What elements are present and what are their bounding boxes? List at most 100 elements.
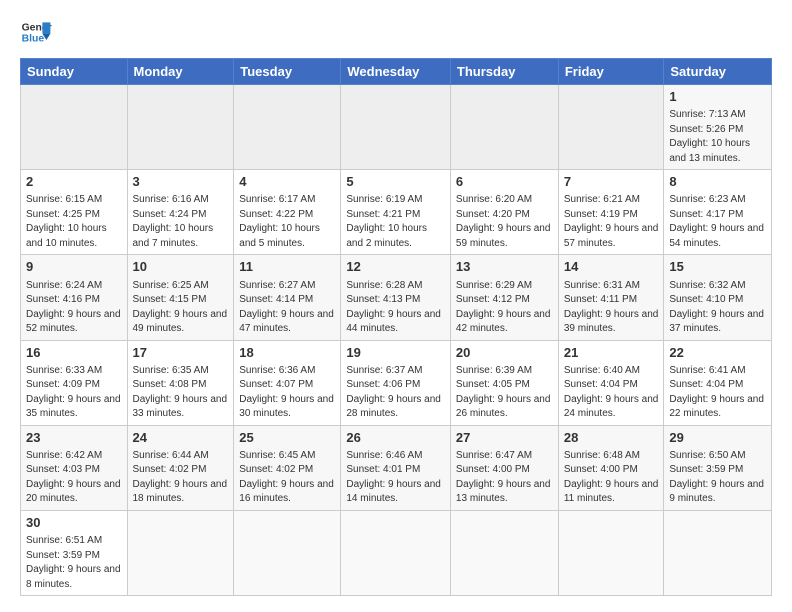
day-number: 19	[346, 344, 445, 362]
day-info: Sunrise: 6:16 AM Sunset: 4:24 PM Dayligh…	[133, 193, 229, 251]
weekday-header-sunday: Sunday	[21, 59, 128, 85]
day-number: 16	[26, 344, 122, 362]
day-info: Sunrise: 6:51 AM Sunset: 3:59 PM Dayligh…	[26, 534, 122, 592]
calendar-cell: 25 Sunrise: 6:45 AM Sunset: 4:02 PM Dayli…	[234, 425, 341, 510]
calendar-cell: 26 Sunrise: 6:46 AM Sunset: 4:01 PM Dayli…	[341, 425, 451, 510]
day-info: Sunrise: 6:36 AM Sunset: 4:07 PM Dayligh…	[239, 364, 335, 422]
day-number: 1	[669, 88, 766, 106]
calendar-cell: 4 Sunrise: 6:17 AM Sunset: 4:22 PM Daylig…	[234, 170, 341, 255]
calendar-cell: 9Sunrise: 6:24 AM Sunset: 4:16 PM Daylig…	[21, 255, 128, 340]
calendar-cell: 5 Sunrise: 6:19 AM Sunset: 4:21 PM Daylig…	[341, 170, 451, 255]
logo: General Blue	[20, 16, 52, 48]
day-number: 3	[133, 173, 229, 191]
calendar-cell: 13Sunrise: 6:29 AM Sunset: 4:12 PM Dayli…	[450, 255, 558, 340]
day-info: Sunrise: 6:50 AM Sunset: 3:59 PM Dayligh…	[669, 449, 766, 507]
day-info: Sunrise: 7:13 AM Sunset: 5:26 PM Dayligh…	[669, 108, 766, 166]
calendar-week-row: 9Sunrise: 6:24 AM Sunset: 4:16 PM Daylig…	[21, 255, 772, 340]
day-info: Sunrise: 6:31 AM Sunset: 4:11 PM Dayligh…	[564, 279, 659, 337]
day-number: 28	[564, 429, 659, 447]
day-number: 4	[239, 173, 335, 191]
day-number: 9	[26, 258, 122, 276]
calendar-cell: 17Sunrise: 6:35 AM Sunset: 4:08 PM Dayli…	[127, 340, 234, 425]
calendar-cell: 22 Sunrise: 6:41 AM Sunset: 4:04 PM Dayli…	[664, 340, 772, 425]
calendar-cell: 7Sunrise: 6:21 AM Sunset: 4:19 PM Daylig…	[558, 170, 664, 255]
calendar-cell: 21Sunrise: 6:40 AM Sunset: 4:04 PM Dayli…	[558, 340, 664, 425]
weekday-header-monday: Monday	[127, 59, 234, 85]
calendar-cell: 11 Sunrise: 6:27 AM Sunset: 4:14 PM Dayli…	[234, 255, 341, 340]
calendar-cell	[664, 510, 772, 595]
calendar-cell: 6 Sunrise: 6:20 AM Sunset: 4:20 PM Daylig…	[450, 170, 558, 255]
calendar-cell	[450, 85, 558, 170]
logo-icon: General Blue	[20, 16, 52, 48]
calendar-cell	[558, 510, 664, 595]
calendar-cell	[234, 85, 341, 170]
calendar-cell: 30Sunrise: 6:51 AM Sunset: 3:59 PM Dayli…	[21, 510, 128, 595]
calendar-cell: 1 Sunrise: 7:13 AM Sunset: 5:26 PM Daylig…	[664, 85, 772, 170]
calendar-table: SundayMondayTuesdayWednesdayThursdayFrid…	[20, 58, 772, 596]
day-info: Sunrise: 6:47 AM Sunset: 4:00 PM Dayligh…	[456, 449, 553, 507]
calendar-week-row: 2Sunrise: 6:15 AM Sunset: 4:25 PM Daylig…	[21, 170, 772, 255]
day-info: Sunrise: 6:17 AM Sunset: 4:22 PM Dayligh…	[239, 193, 335, 251]
day-number: 18	[239, 344, 335, 362]
calendar-cell: 10Sunrise: 6:25 AM Sunset: 4:15 PM Dayli…	[127, 255, 234, 340]
calendar-cell: 27 Sunrise: 6:47 AM Sunset: 4:00 PM Dayli…	[450, 425, 558, 510]
calendar-cell: 19 Sunrise: 6:37 AM Sunset: 4:06 PM Dayli…	[341, 340, 451, 425]
weekday-header-saturday: Saturday	[664, 59, 772, 85]
calendar-cell: 28 Sunrise: 6:48 AM Sunset: 4:00 PM Dayli…	[558, 425, 664, 510]
day-info: Sunrise: 6:19 AM Sunset: 4:21 PM Dayligh…	[346, 193, 445, 251]
calendar-cell: 24 Sunrise: 6:44 AM Sunset: 4:02 PM Dayli…	[127, 425, 234, 510]
day-number: 11	[239, 258, 335, 276]
calendar-cell: 2Sunrise: 6:15 AM Sunset: 4:25 PM Daylig…	[21, 170, 128, 255]
day-number: 15	[669, 258, 766, 276]
day-number: 5	[346, 173, 445, 191]
day-number: 21	[564, 344, 659, 362]
day-info: Sunrise: 6:20 AM Sunset: 4:20 PM Dayligh…	[456, 193, 553, 251]
day-info: Sunrise: 6:41 AM Sunset: 4:04 PM Dayligh…	[669, 364, 766, 422]
calendar-cell: 14 Sunrise: 6:31 AM Sunset: 4:11 PM Dayli…	[558, 255, 664, 340]
day-number: 2	[26, 173, 122, 191]
weekday-header-row: SundayMondayTuesdayWednesdayThursdayFrid…	[21, 59, 772, 85]
calendar-cell: 29 Sunrise: 6:50 AM Sunset: 3:59 PM Dayli…	[664, 425, 772, 510]
day-number: 6	[456, 173, 553, 191]
day-info: Sunrise: 6:28 AM Sunset: 4:13 PM Dayligh…	[346, 279, 445, 337]
day-info: Sunrise: 6:45 AM Sunset: 4:02 PM Dayligh…	[239, 449, 335, 507]
day-info: Sunrise: 6:27 AM Sunset: 4:14 PM Dayligh…	[239, 279, 335, 337]
calendar-cell	[341, 510, 451, 595]
calendar-cell	[21, 85, 128, 170]
calendar-week-row: 16 Sunrise: 6:33 AM Sunset: 4:09 PM Dayli…	[21, 340, 772, 425]
calendar-cell: 3 Sunrise: 6:16 AM Sunset: 4:24 PM Daylig…	[127, 170, 234, 255]
day-number: 29	[669, 429, 766, 447]
day-info: Sunrise: 6:33 AM Sunset: 4:09 PM Dayligh…	[26, 364, 122, 422]
day-number: 10	[133, 258, 229, 276]
day-number: 27	[456, 429, 553, 447]
header: General Blue	[20, 16, 772, 48]
calendar-cell: 15 Sunrise: 6:32 AM Sunset: 4:10 PM Dayli…	[664, 255, 772, 340]
day-number: 17	[133, 344, 229, 362]
calendar-cell: 20Sunrise: 6:39 AM Sunset: 4:05 PM Dayli…	[450, 340, 558, 425]
calendar-cell	[234, 510, 341, 595]
calendar-cell: 16 Sunrise: 6:33 AM Sunset: 4:09 PM Dayli…	[21, 340, 128, 425]
day-number: 24	[133, 429, 229, 447]
day-number: 7	[564, 173, 659, 191]
day-number: 23	[26, 429, 122, 447]
calendar-cell	[450, 510, 558, 595]
page: General Blue SundayMondayTuesdayWednesda…	[0, 0, 792, 612]
day-info: Sunrise: 6:39 AM Sunset: 4:05 PM Dayligh…	[456, 364, 553, 422]
day-info: Sunrise: 6:37 AM Sunset: 4:06 PM Dayligh…	[346, 364, 445, 422]
day-number: 13	[456, 258, 553, 276]
day-number: 12	[346, 258, 445, 276]
calendar-cell: 12 Sunrise: 6:28 AM Sunset: 4:13 PM Dayli…	[341, 255, 451, 340]
weekday-header-wednesday: Wednesday	[341, 59, 451, 85]
day-info: Sunrise: 6:44 AM Sunset: 4:02 PM Dayligh…	[133, 449, 229, 507]
day-number: 26	[346, 429, 445, 447]
calendar-cell	[558, 85, 664, 170]
day-number: 25	[239, 429, 335, 447]
day-info: Sunrise: 6:46 AM Sunset: 4:01 PM Dayligh…	[346, 449, 445, 507]
day-info: Sunrise: 6:32 AM Sunset: 4:10 PM Dayligh…	[669, 279, 766, 337]
day-number: 22	[669, 344, 766, 362]
day-info: Sunrise: 6:48 AM Sunset: 4:00 PM Dayligh…	[564, 449, 659, 507]
day-number: 14	[564, 258, 659, 276]
day-info: Sunrise: 6:42 AM Sunset: 4:03 PM Dayligh…	[26, 449, 122, 507]
calendar-cell: 23 Sunrise: 6:42 AM Sunset: 4:03 PM Dayli…	[21, 425, 128, 510]
calendar-cell	[341, 85, 451, 170]
